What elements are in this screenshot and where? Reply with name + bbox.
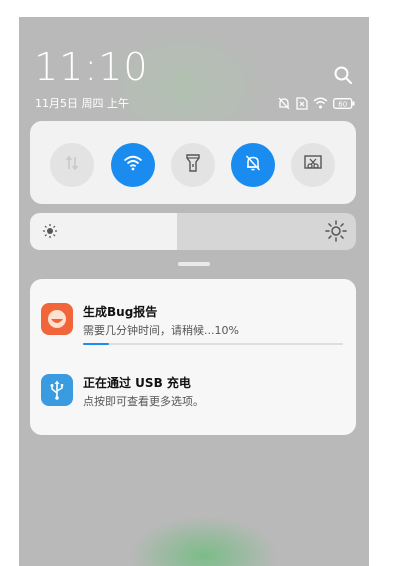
quick-settings-panel <box>30 121 356 204</box>
wifi-signal-icon <box>313 97 328 109</box>
battery-icon: 60 <box>333 97 355 109</box>
flashlight-tile[interactable] <box>171 143 215 187</box>
wifi-tile[interactable] <box>111 143 155 187</box>
bug-report-app-icon <box>41 303 73 335</box>
status-clock: 11:10 <box>34 45 149 89</box>
mobile-data-tile[interactable] <box>50 143 94 187</box>
brightness-high-icon <box>325 220 347 246</box>
brightness-low-icon <box>42 223 58 243</box>
status-bar-icons: 60 <box>277 96 355 110</box>
battery-level-text: 60 <box>338 100 347 108</box>
flashlight-icon <box>185 154 201 176</box>
notification-text: 点按即可查看更多选项。 <box>83 395 204 408</box>
usb-icon <box>41 374 73 406</box>
notification-title: 正在通过 USB 充电 <box>83 376 191 390</box>
bug-report-progress-fill <box>83 343 109 345</box>
screenshot-tile[interactable] <box>291 143 335 187</box>
mute-tile[interactable] <box>231 143 275 187</box>
do-not-disturb-icon <box>277 97 291 110</box>
search-icon[interactable] <box>333 65 353 85</box>
notification-usb-charging[interactable]: 正在通过 USB 充电 点按即可查看更多选项。 <box>30 359 356 435</box>
mute-icon <box>244 154 262 176</box>
status-date: 11月5日 周四 上午 <box>35 97 129 110</box>
notification-bug-report[interactable]: 生成Bug报告 需要几分钟时间，请稍候...10% <box>30 279 356 359</box>
wifi-icon <box>123 155 143 175</box>
brightness-slider[interactable] <box>30 213 356 250</box>
no-sim-icon <box>296 96 308 110</box>
shade-drag-handle[interactable] <box>178 262 210 266</box>
notification-panel: 生成Bug报告 需要几分钟时间，请稍候...10% 正在通过 USB 充电 点按… <box>30 279 356 435</box>
notification-title: 生成Bug报告 <box>83 305 158 319</box>
notification-text: 需要几分钟时间，请稍候...10% <box>83 324 239 337</box>
notification-shade: 11:10 11月5日 周四 上午 60 生成Bug报告 需要几分钟时间，请稍候… <box>19 17 369 566</box>
mobile-data-icon <box>64 155 80 175</box>
bug-report-progress-bar <box>83 343 343 345</box>
screenshot-icon <box>304 155 322 175</box>
